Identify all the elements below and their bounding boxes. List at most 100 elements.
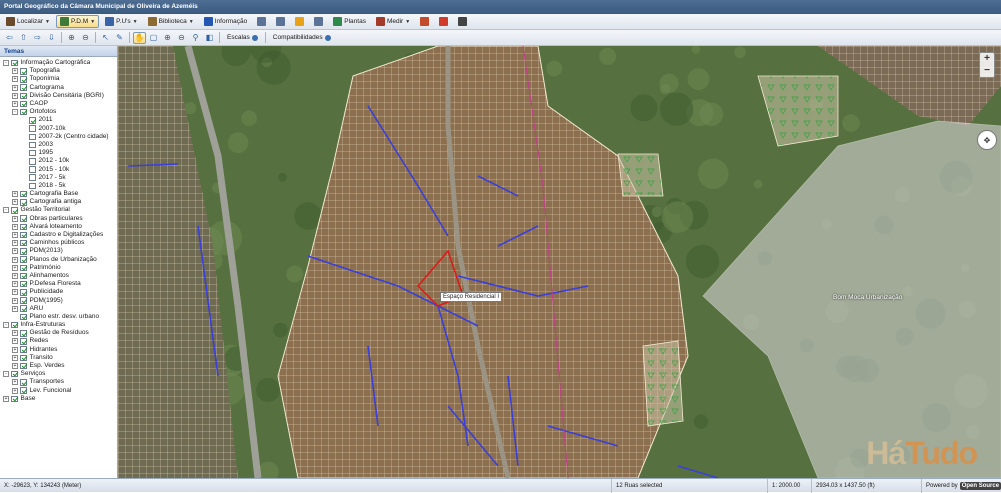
layer-tree-item[interactable]: + Alvará loteamento (0, 223, 117, 231)
expand-icon[interactable]: + (12, 240, 18, 247)
menu-biblioteca-button[interactable]: Biblioteca ▼ (144, 15, 198, 28)
layer-checkbox[interactable] (29, 166, 36, 173)
layer-tree-item[interactable]: + Obras particulares (0, 215, 117, 223)
layer-tree-item[interactable]: + ARU (0, 305, 117, 313)
expand-icon[interactable]: + (12, 379, 18, 386)
expand-icon[interactable]: + (12, 354, 18, 361)
layer-tree-item[interactable]: + Alinhamentos (0, 272, 117, 280)
layer-tree-item[interactable]: - Gestão Territorial (0, 206, 117, 214)
layer-tree-item[interactable]: + Redes (0, 337, 117, 345)
layer-tree-item[interactable]: + Esp. Verdes (0, 362, 117, 370)
layer-tree-item[interactable]: + CAOP (0, 100, 117, 108)
layer-tree-item[interactable]: + Planos de Urbanização (0, 256, 117, 264)
layer-tree-item[interactable]: + Divisão Censitária (BGRI) (0, 92, 117, 100)
expand-icon[interactable]: + (12, 68, 18, 75)
arrow-left-icon[interactable]: ⇦ (3, 32, 16, 44)
layer-checkbox[interactable] (11, 59, 18, 67)
expand-icon[interactable]: + (12, 338, 18, 345)
menu-p-u-s-button[interactable]: P.U's ▼ (101, 15, 141, 28)
map-view[interactable]: Espaço Residencial I Bom Moca Urbanizaçã… (118, 46, 1001, 478)
layer-checkbox[interactable] (11, 395, 18, 403)
layer-checkbox[interactable] (20, 330, 27, 337)
layer-checkbox[interactable] (11, 370, 18, 378)
collapse-icon[interactable]: - (3, 60, 9, 67)
arrow-up-icon[interactable]: ⇧ (17, 32, 30, 44)
parcel-popup-label[interactable]: Espaço Residencial I (440, 292, 503, 302)
layer-tree-item[interactable]: + Cartografia Base (0, 190, 117, 198)
layer-tree-item[interactable]: + PDM(2013) (0, 247, 117, 255)
expand-icon[interactable]: + (12, 76, 18, 83)
layer-checkbox[interactable] (20, 379, 27, 386)
chart-button[interactable] (416, 15, 433, 28)
menu-informa-o-button[interactable]: Informação (200, 15, 252, 28)
layer-checkbox[interactable] (11, 321, 18, 329)
layer-tree-item[interactable]: - Infra-Estruturas (0, 321, 117, 329)
layer-checkbox[interactable] (20, 346, 27, 353)
menu-plantas-button[interactable]: Plantas (329, 15, 370, 28)
expand-icon[interactable]: + (12, 281, 18, 288)
layer-checkbox[interactable] (20, 215, 27, 222)
layer-checkbox[interactable] (20, 239, 27, 247)
layer-tree-item[interactable]: 1995 (0, 149, 117, 157)
layer-tree-item[interactable]: + Caminhos públicos (0, 239, 117, 247)
edit-icon[interactable]: ✎ (113, 32, 126, 44)
zoom-out-icon[interactable]: ⊖ (79, 32, 92, 44)
block-button[interactable] (435, 15, 452, 28)
expand-icon[interactable]: + (12, 232, 18, 239)
expand-icon[interactable]: + (12, 289, 18, 296)
layer-tree-item[interactable]: 2015 - 10k (0, 165, 117, 173)
expand-icon[interactable]: + (12, 223, 18, 230)
layer-tree-item[interactable]: + Gestão de Resíduos (0, 329, 117, 337)
layer-tree-item[interactable]: - Informação Cartográfica (0, 59, 117, 67)
collapse-icon[interactable]: - (3, 371, 9, 378)
layer-checkbox[interactable] (20, 248, 27, 255)
collapse-icon[interactable]: - (3, 207, 9, 214)
zoom-in-button[interactable]: + (980, 53, 994, 65)
layer-checkbox[interactable] (20, 223, 27, 231)
identify-icon[interactable]: ◧ (203, 32, 216, 44)
layer-checkbox[interactable] (20, 190, 27, 198)
layer-checkbox[interactable] (20, 199, 27, 206)
expand-icon[interactable]: + (12, 346, 18, 353)
layer-checkbox[interactable] (29, 182, 36, 190)
layer-tree-item[interactable]: + Património (0, 264, 117, 272)
layer-checkbox[interactable] (20, 231, 27, 239)
expand-icon[interactable]: + (12, 248, 18, 255)
layer-tree-item[interactable]: + Topografia (0, 67, 117, 75)
layer-tree-item[interactable]: + Hidrantes (0, 346, 117, 354)
layer-checkbox[interactable] (20, 387, 27, 394)
tools-button[interactable] (454, 15, 471, 28)
layer-tree-item[interactable]: + Toponímia (0, 75, 117, 83)
menu-medir-button[interactable]: Medir ▼ (372, 15, 414, 28)
layer-tree-item[interactable]: 2017 - 5k (0, 174, 117, 182)
layer-tree-item[interactable]: - Serviços (0, 370, 117, 378)
expand-icon[interactable]: + (3, 395, 9, 402)
layer-tree-item[interactable]: + Transportes (0, 378, 117, 386)
layer-tree-item[interactable]: + Cartograma (0, 84, 117, 92)
expand-icon[interactable]: + (12, 264, 18, 271)
pan-hand-icon[interactable]: ✋ (133, 31, 146, 44)
zoom-window-out-icon[interactable]: ⊖ (175, 32, 188, 44)
layer-tree-item[interactable]: + PDM(1995) (0, 296, 117, 304)
layer-checkbox[interactable] (29, 117, 36, 124)
layer-tree-item[interactable]: Plano estr. desv. urbano (0, 313, 117, 321)
layer-checkbox[interactable] (29, 141, 36, 149)
menu-localizar-button[interactable]: Localizar ▼ (2, 15, 54, 28)
expand-icon[interactable]: + (12, 191, 18, 198)
zoom-box-icon[interactable]: ▢ (147, 32, 160, 44)
arrow-right-icon[interactable]: ⇨ (31, 32, 44, 44)
layer-checkbox[interactable] (20, 264, 27, 272)
layer-checkbox[interactable] (29, 133, 36, 141)
layer-tree-item[interactable]: 2018 - 5k (0, 182, 117, 190)
layer-checkbox[interactable] (20, 362, 27, 370)
collapse-icon[interactable]: - (12, 109, 18, 116)
layer-checkbox[interactable] (20, 92, 27, 100)
map-canvas[interactable] (118, 46, 1001, 478)
layer-checkbox[interactable] (20, 338, 27, 345)
layer-checkbox[interactable] (20, 305, 27, 312)
expand-icon[interactable]: + (12, 199, 18, 206)
zoom-in-icon[interactable]: ⊕ (65, 32, 78, 44)
expand-icon[interactable]: + (12, 363, 18, 370)
layer-checkbox[interactable] (20, 313, 27, 321)
layer-checkbox[interactable] (11, 207, 18, 214)
